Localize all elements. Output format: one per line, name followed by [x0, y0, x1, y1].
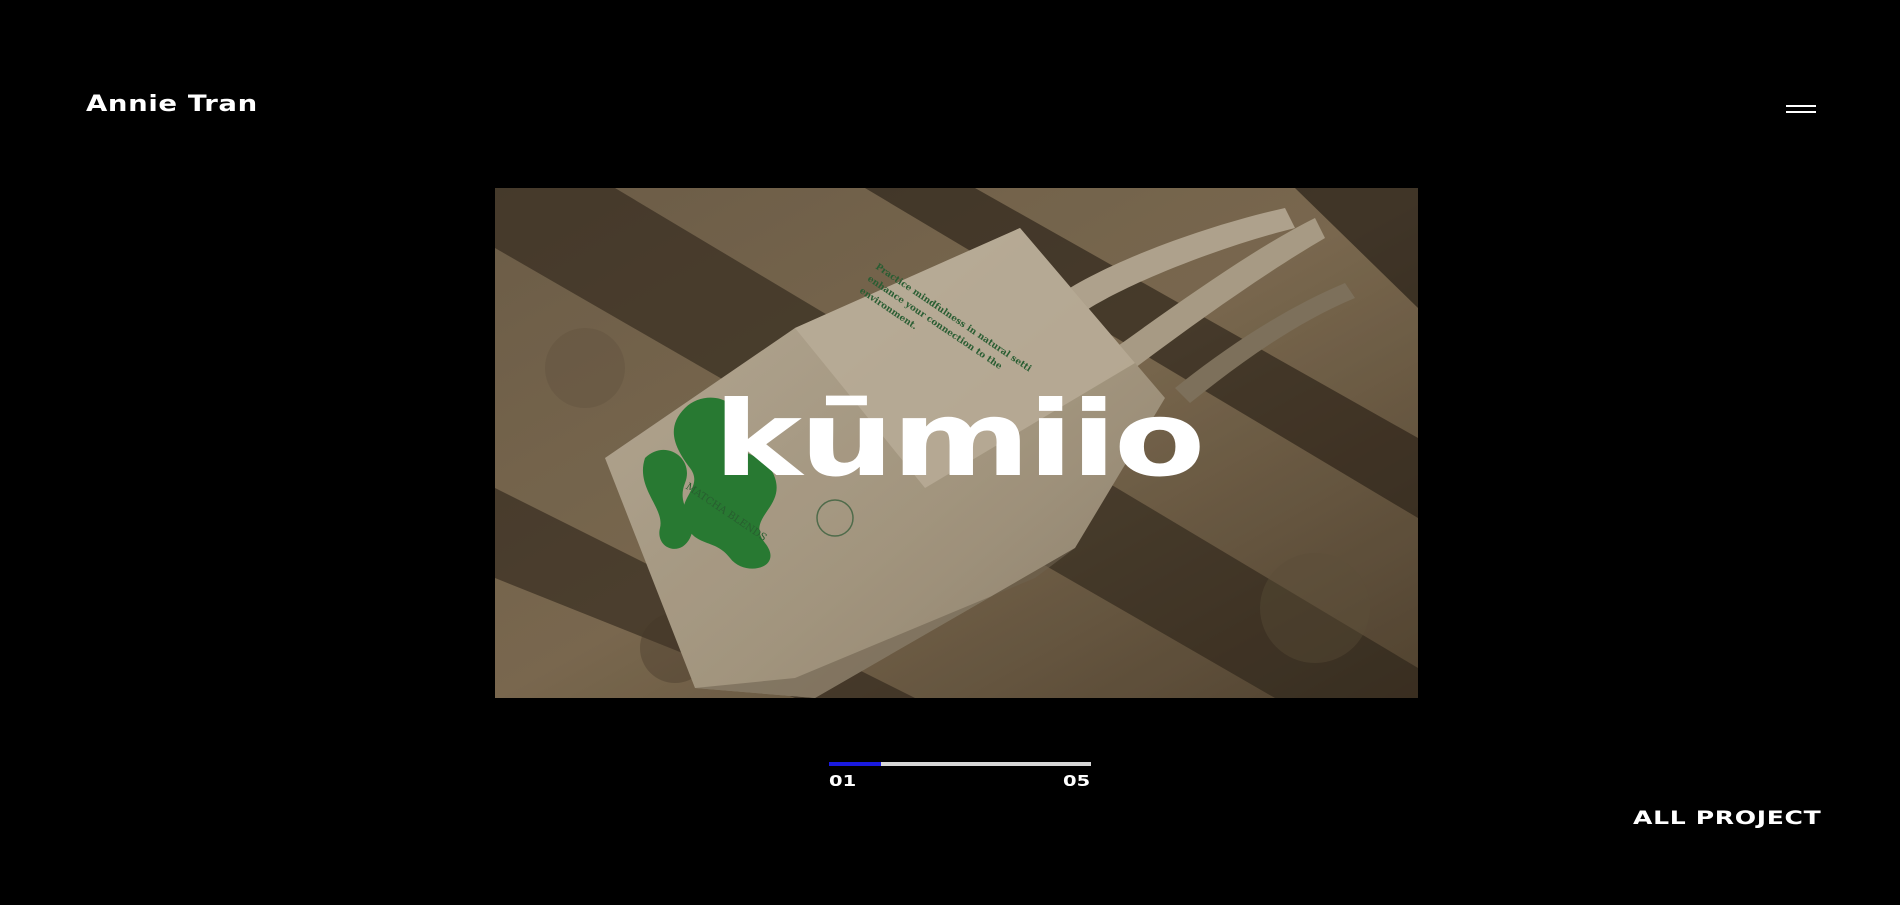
- hamburger-menu-icon-bar: [1786, 111, 1816, 113]
- slide-progress-bar[interactable]: [829, 762, 1091, 766]
- brand-logo[interactable]: Annie Tran: [86, 92, 258, 117]
- all-projects-link[interactable]: ALL PROJECT: [1633, 807, 1821, 829]
- slide-current-number: 01: [829, 772, 857, 790]
- tote-bag-photo: MATCHA BLENDS Practice mindfulness in na…: [495, 188, 1418, 698]
- hamburger-menu-icon: [1786, 105, 1816, 107]
- slide-total-number: 05: [1063, 772, 1091, 790]
- project-hero-image[interactable]: MATCHA BLENDS Practice mindfulness in na…: [495, 188, 1418, 698]
- menu-button[interactable]: [1782, 100, 1818, 118]
- portfolio-page: Annie Tran MATCHA BLENDS Practice mindfu…: [0, 0, 1900, 905]
- slide-progress-fill: [829, 762, 882, 766]
